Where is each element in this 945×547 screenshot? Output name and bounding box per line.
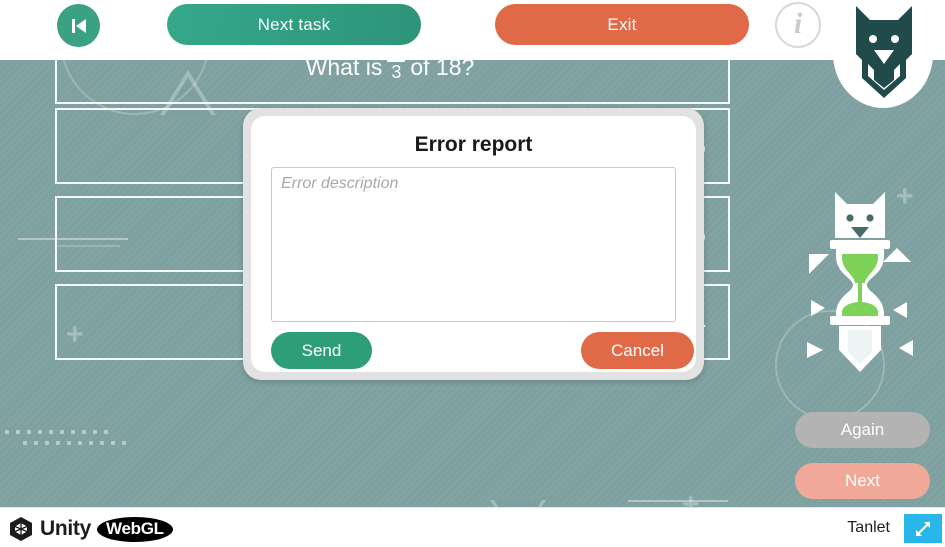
dialog-body: Error report Send Cancel: [251, 116, 696, 372]
deco-dots-row2: [23, 441, 126, 445]
deco-line-right: [628, 500, 728, 502]
fullscreen-expand-icon[interactable]: [904, 514, 942, 543]
deco-triangle-down: [490, 500, 546, 507]
cancel-button[interactable]: Cancel: [581, 332, 694, 369]
next-task-button[interactable]: Next task: [167, 4, 421, 45]
info-icon[interactable]: i: [775, 2, 821, 48]
unity-wordmark: Unity: [40, 517, 92, 540]
dialog-title: Error report: [414, 133, 533, 156]
app-name-label: Tanlet: [847, 519, 890, 536]
fox-head-icon: [850, 2, 918, 105]
error-report-dialog: Error report Send Cancel: [243, 108, 704, 380]
send-button[interactable]: Send: [271, 332, 372, 369]
status-bar: Unity WebGL Tanlet: [0, 507, 945, 547]
skip-to-start-icon[interactable]: [57, 4, 100, 47]
next-question-button[interactable]: Next: [795, 463, 930, 499]
cat-hourglass-timer-icon: [795, 190, 925, 375]
exit-button[interactable]: Exit: [495, 4, 749, 45]
toolbar: Next task Exit i: [0, 0, 945, 60]
fox-head-logo: [833, 0, 933, 108]
deco-triangle-down-inner: [494, 500, 542, 507]
webgl-wordmark: WebGL: [97, 516, 173, 542]
deco-plus-bottom: +: [682, 488, 700, 508]
unity-cube-icon: [10, 517, 32, 541]
again-button[interactable]: Again: [795, 412, 930, 448]
unity-webgl-branding: Unity WebGL: [8, 516, 173, 542]
error-description-input[interactable]: [271, 167, 676, 322]
deco-dots-row1: [5, 430, 108, 434]
answer-option-partial[interactable]: [55, 60, 730, 104]
app-root: + + + What is 3 of 18? 16: [0, 0, 945, 547]
